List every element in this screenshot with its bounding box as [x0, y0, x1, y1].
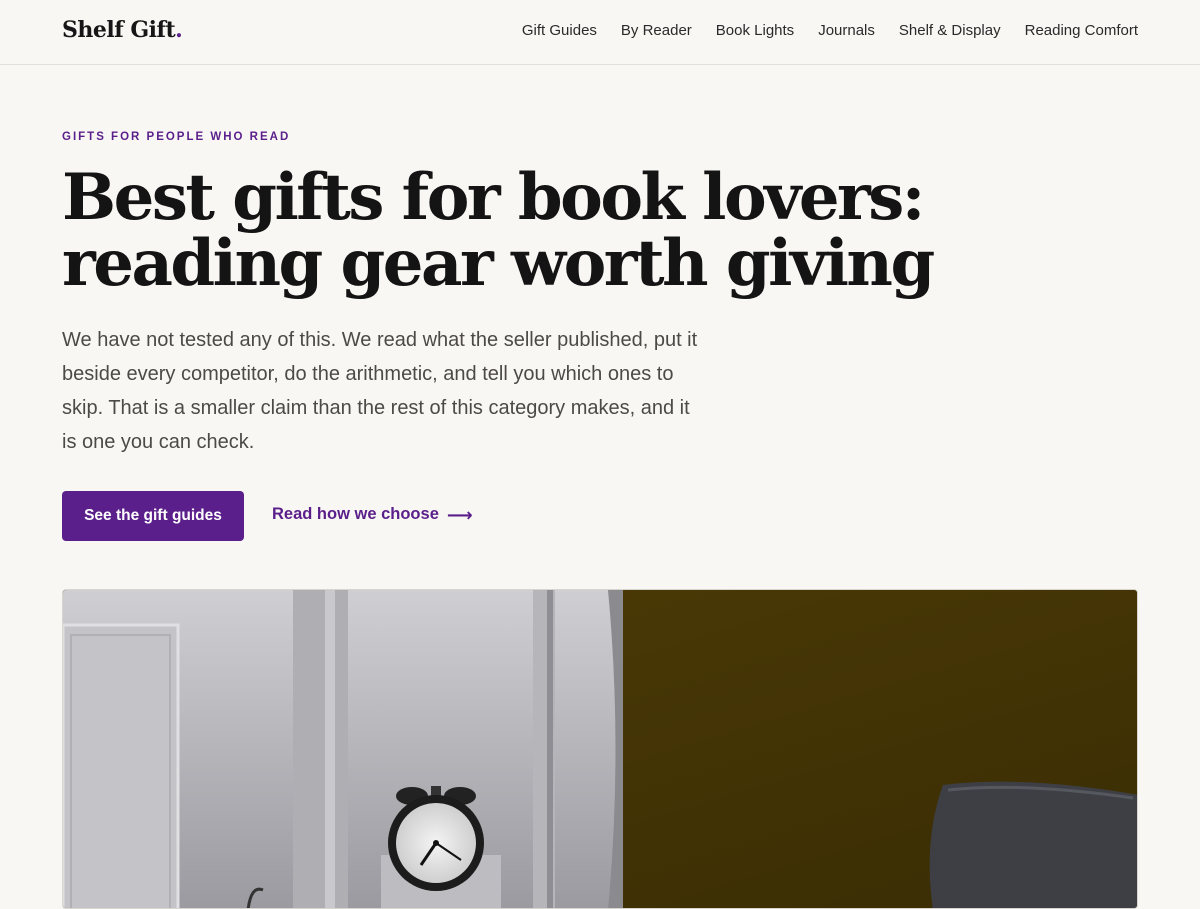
main-nav: Gift Guides By Reader Book Lights Journa… [522, 22, 1138, 39]
site-header: Shelf Gift. Gift Guides By Reader Book L… [0, 0, 1200, 65]
nav-book-lights[interactable]: Book Lights [716, 22, 794, 39]
hero-lede: We have not tested any of this. We read … [62, 329, 698, 453]
hero-eyebrow: GIFTS FOR PEOPLE WHO READ [62, 131, 291, 143]
arrow-right-icon: ⟶ [446, 504, 473, 525]
page-title: Best gifts for book lovers: reading gear… [62, 165, 962, 297]
site-logo[interactable]: Shelf Gift. [62, 17, 183, 43]
nav-by-reader[interactable]: By Reader [621, 22, 692, 39]
hero-image [62, 589, 1138, 909]
read-how-we-choose-link[interactable]: Read how we choose ⟶ [272, 505, 473, 524]
nav-gift-guides[interactable]: Gift Guides [522, 22, 597, 39]
nav-reading-comfort[interactable]: Reading Comfort [1025, 22, 1138, 39]
nav-journals[interactable]: Journals [818, 22, 875, 39]
nav-shelf-display[interactable]: Shelf & Display [899, 22, 1001, 39]
bedroom-photo-illustration [63, 590, 1137, 908]
headline-line-1: Best gifts for book lovers: [62, 160, 925, 235]
see-gift-guides-button[interactable]: See the gift guides [62, 491, 244, 541]
headline-line-2: reading gear worth giving [62, 226, 935, 301]
read-how-we-choose-label: Read how we choose [272, 505, 439, 523]
